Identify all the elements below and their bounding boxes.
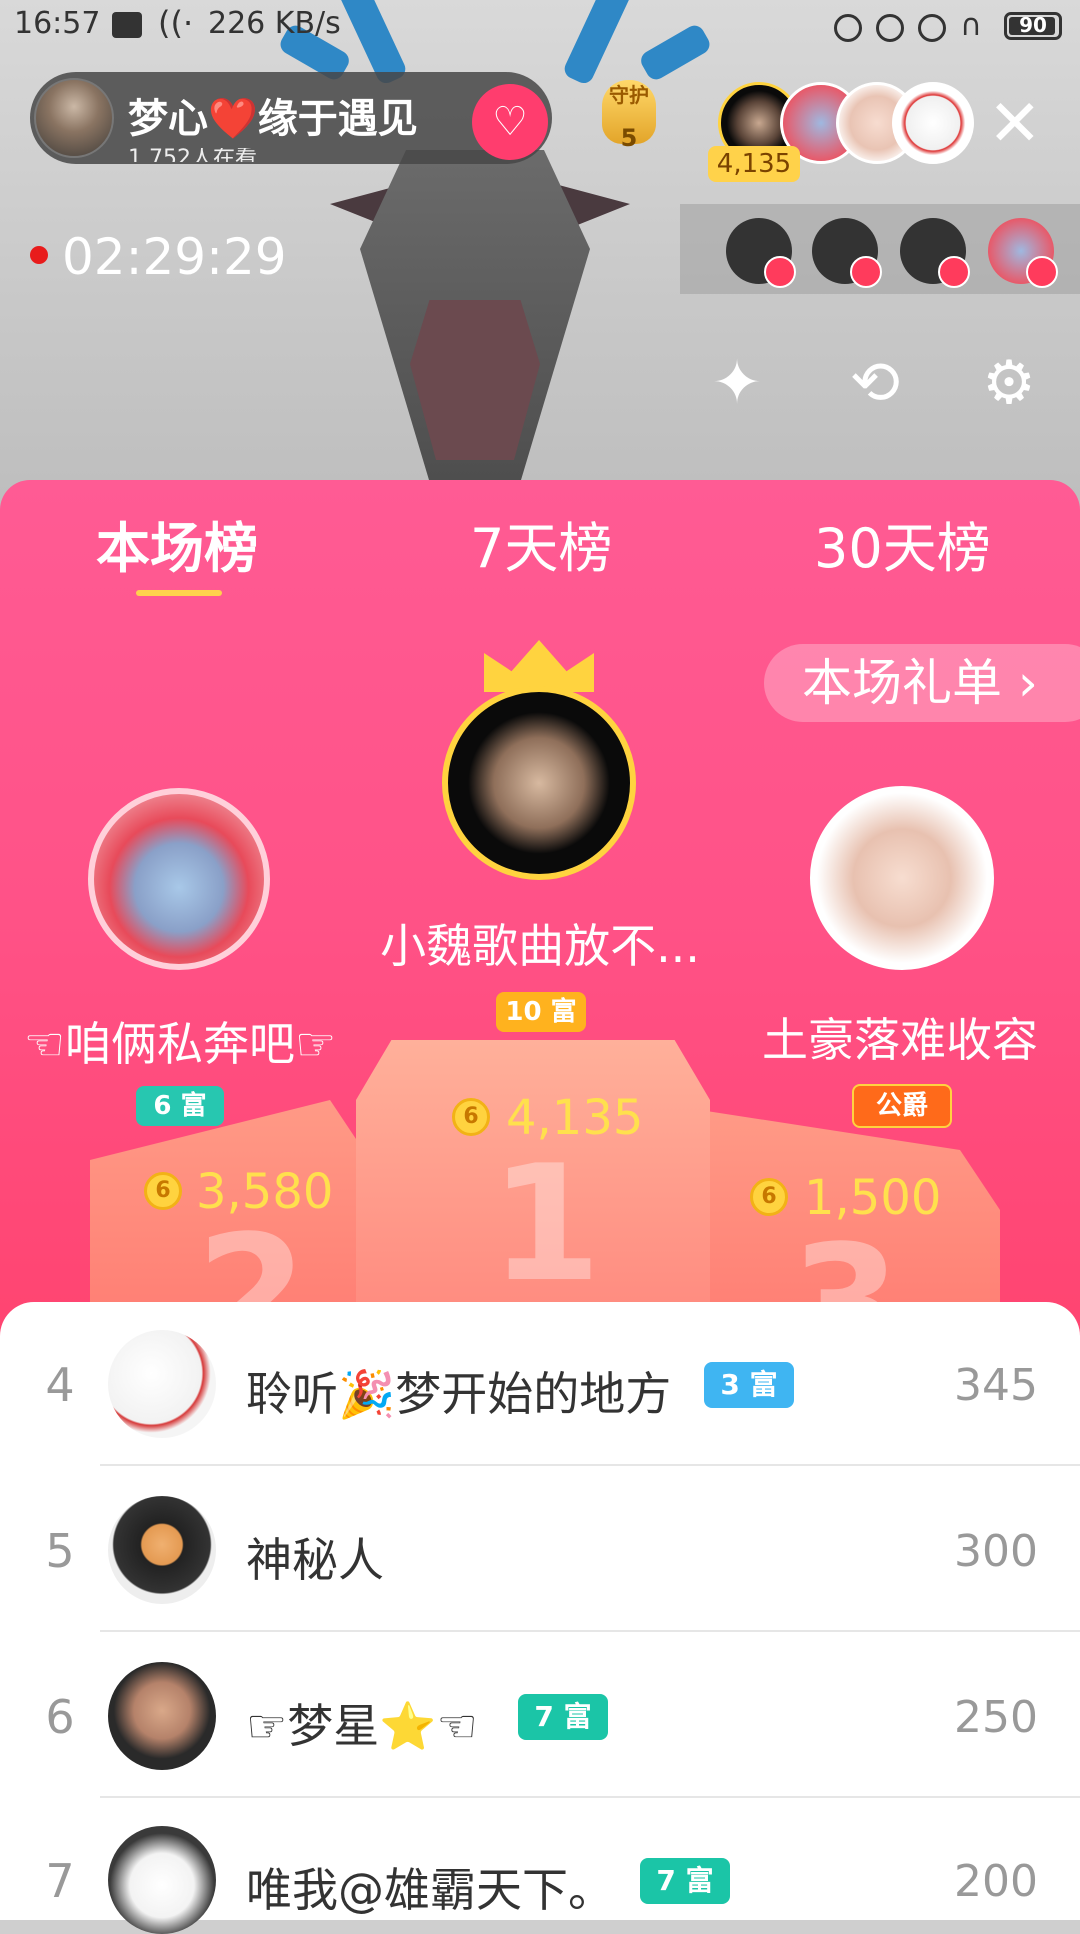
- host-avatar[interactable]: [34, 78, 114, 158]
- row-avatar[interactable]: [108, 1826, 216, 1934]
- rank-1-score: 4,135: [506, 1090, 644, 1146]
- rank-3-avatar[interactable]: [810, 786, 994, 970]
- wifi-icon: ((·: [158, 4, 194, 42]
- row-name[interactable]: ☞梦星⭐☜: [246, 1690, 478, 1756]
- status-time: 16:57: [14, 6, 101, 41]
- podium-number-1: 1: [490, 1130, 602, 1317]
- rank-3-noble-badge: 公爵: [852, 1084, 952, 1128]
- row-score: 200: [954, 1856, 1038, 1907]
- seat-badge-icon: [850, 256, 882, 288]
- wealth-badge: 7 富: [640, 1858, 730, 1904]
- rank-1-wealth-badge: 10 富: [496, 992, 586, 1032]
- row-name[interactable]: 聆听🎉梦开始的地方: [246, 1358, 671, 1424]
- alarm-icon: [918, 14, 946, 42]
- mic-seat[interactable]: [988, 218, 1058, 288]
- camera-switch-icon[interactable]: ⟲: [838, 346, 912, 420]
- follow-button[interactable]: ♡: [472, 84, 548, 160]
- mic-seat[interactable]: [812, 218, 882, 288]
- rank-2-score: 3,580: [196, 1164, 334, 1220]
- wealth-badge: 3 富: [704, 1362, 794, 1408]
- row-rank: 4: [45, 1358, 75, 1412]
- row-divider: [100, 1630, 1080, 1632]
- viewer-count: 1,752人在看: [128, 148, 257, 162]
- row-avatar[interactable]: [108, 1330, 216, 1438]
- rank-3-score: 1,500: [804, 1170, 942, 1226]
- host-name: 梦心❤️缘于遇见: [128, 96, 418, 142]
- row-score: 345: [954, 1360, 1038, 1411]
- row-name[interactable]: 唯我@雄霸天下。: [246, 1854, 614, 1920]
- tab-30-days[interactable]: 30天榜: [814, 504, 991, 583]
- seat-badge-icon: [1026, 256, 1058, 288]
- coin-icon: 6: [750, 1178, 788, 1216]
- guard-count: 5: [620, 124, 638, 152]
- status-bar: 16:57 ((· 226 KB/s ∩ 90: [0, 0, 1080, 52]
- row-score: 300: [954, 1526, 1038, 1577]
- row-rank: 6: [45, 1690, 75, 1744]
- rank-2-wealth-badge: 6 富: [136, 1086, 224, 1126]
- top-viewer-coins: 4,135: [708, 146, 800, 182]
- coin-icon: 6: [144, 1172, 182, 1210]
- row-rank: 5: [45, 1524, 75, 1578]
- row-avatar[interactable]: [108, 1662, 216, 1770]
- tab-7-days[interactable]: 7天榜: [470, 504, 612, 583]
- row-score: 250: [954, 1692, 1038, 1743]
- live-timer: 02:29:29: [62, 228, 287, 286]
- active-tab-indicator: [136, 590, 222, 596]
- headphones-icon: ∩: [960, 8, 982, 43]
- mic-seat[interactable]: [726, 218, 796, 288]
- guard-badge[interactable]: 守护 5: [584, 80, 674, 166]
- wealth-badge: 7 富: [518, 1694, 608, 1740]
- tab-current-show[interactable]: 本场榜: [96, 504, 258, 583]
- coin-icon: 6: [452, 1098, 490, 1136]
- rank-2-name: ☜咱俩私奔吧☞: [23, 1017, 337, 1071]
- mute-icon: [834, 14, 862, 42]
- mic-seat[interactable]: [900, 218, 970, 288]
- rank-1-avatar[interactable]: [442, 686, 636, 880]
- rank-3-name: 土豪落难收容: [762, 1013, 1038, 1067]
- heart-plus-icon: ♡: [492, 99, 528, 145]
- seat-badge-icon: [938, 256, 970, 288]
- rank-2-avatar[interactable]: [88, 788, 270, 970]
- magic-wand-icon[interactable]: ✦: [700, 346, 774, 420]
- gear-icon[interactable]: ⚙: [972, 346, 1046, 420]
- row-divider: [100, 1464, 1080, 1466]
- notification-icon: [112, 12, 142, 38]
- live-indicator-dot: [30, 246, 48, 264]
- network-speed: 226 KB/s: [208, 6, 341, 41]
- lock-rotation-icon: [876, 14, 904, 42]
- gift-list-button[interactable]: 本场礼单 ›: [764, 644, 1080, 722]
- seat-badge-icon: [764, 256, 796, 288]
- row-rank: 7: [45, 1854, 75, 1908]
- viewer-avatar[interactable]: [892, 82, 974, 164]
- rank-1-name: 小魏歌曲放不...: [380, 919, 700, 973]
- row-name[interactable]: 神秘人: [246, 1524, 384, 1590]
- battery-icon: 90: [1004, 12, 1062, 40]
- battery-level: 90: [1019, 13, 1047, 37]
- close-icon[interactable]: ✕: [988, 92, 1042, 156]
- row-avatar[interactable]: [108, 1496, 216, 1604]
- row-divider: [100, 1796, 1080, 1798]
